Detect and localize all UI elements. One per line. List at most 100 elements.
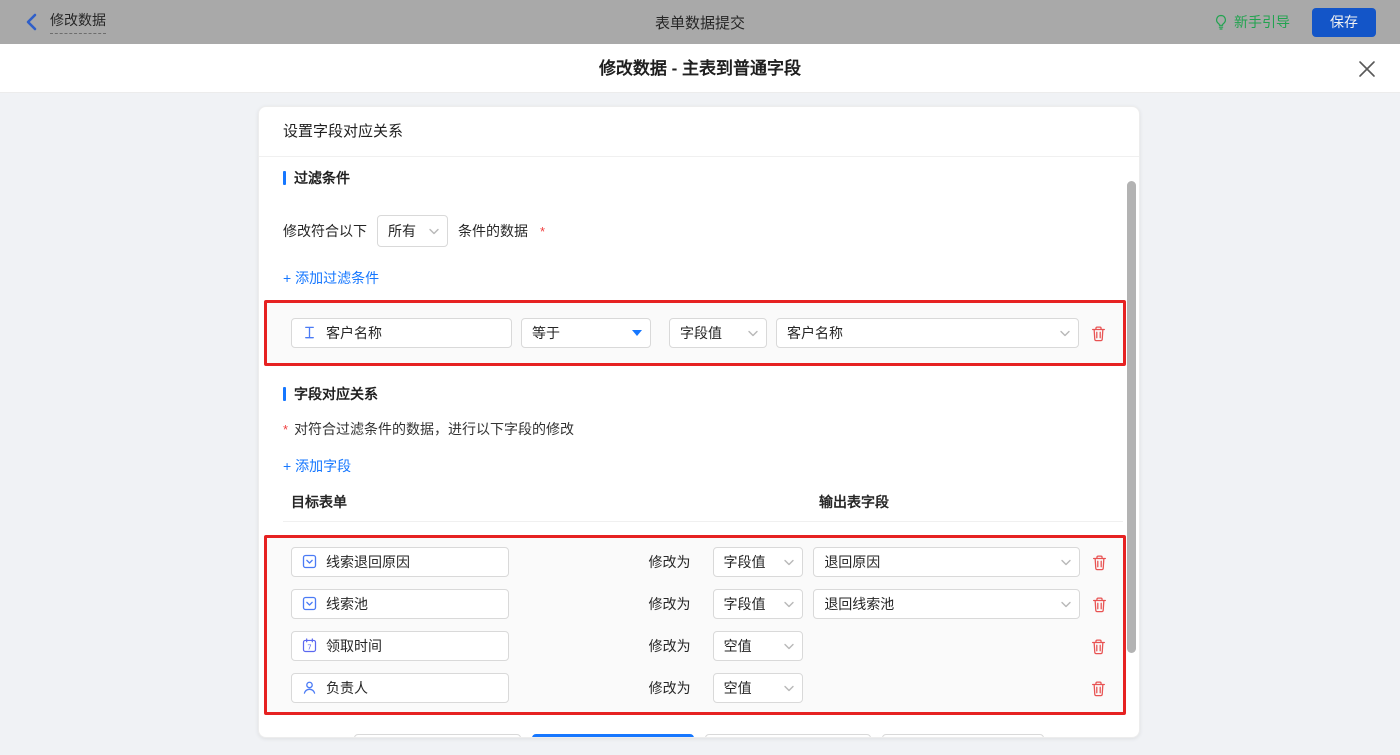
output-field-empty: [813, 631, 1080, 661]
match-prefix-label: 修改符合以下: [283, 223, 367, 239]
trash-icon: [1091, 325, 1105, 341]
match-suffix-label: 条件的数据: [458, 223, 528, 239]
chevron-left-icon[interactable]: [24, 13, 38, 31]
chevron-down-icon: [784, 601, 795, 608]
output-field-select[interactable]: 退回线索池: [813, 589, 1080, 619]
filter-field-value: 客户名称: [326, 325, 382, 341]
mapping-column-headers: 目标表单 输出表字段: [283, 492, 1115, 512]
svg-text:7: 7: [307, 642, 311, 651]
node-name-label[interactable]: 修改数据: [50, 10, 106, 34]
modify-mode-select[interactable]: 空值: [712, 673, 804, 703]
filter-match-row: 修改符合以下 所有 条件的数据 *: [283, 215, 1115, 247]
filter-field-input[interactable]: 客户名称: [291, 318, 512, 348]
modify-mode-value: 空值: [723, 680, 752, 696]
caret-down-icon: [632, 330, 642, 336]
back-button[interactable]: 修改数据: [24, 10, 106, 34]
required-asterisk: *: [283, 421, 289, 437]
target-field-input[interactable]: 7 领取时间: [291, 631, 509, 661]
chevron-down-icon: [429, 228, 439, 235]
target-field-input[interactable]: 负责人: [291, 673, 509, 703]
field-mapping-panel: 设置字段对应关系 过滤条件 修改符合以下 所有 条件的数据 * + 添加过滤条件: [258, 106, 1140, 738]
mapping-row: 线索池 修改为 字段值 退回线索池: [291, 589, 1109, 619]
target-field-input[interactable]: 线索池: [291, 589, 509, 619]
modify-mode-select[interactable]: 字段值: [712, 547, 804, 577]
output-field-column-header: 输出表字段: [819, 494, 889, 510]
panel-scrollbar[interactable]: [1127, 181, 1136, 653]
section-accent-bar: [283, 171, 286, 185]
mapping-row: 线索退回原因 修改为 字段值 退回原因: [291, 547, 1109, 577]
filter-value-type-value: 字段值: [680, 325, 722, 341]
panel-footer: 上一步：设置触发动作 完成 下一步：设置新增数据 其他设置: [259, 734, 1139, 737]
beginner-guide-link[interactable]: 新手引导: [1213, 12, 1290, 32]
select-field-icon: [302, 596, 318, 612]
filter-value-select[interactable]: 客户名称: [776, 318, 1079, 348]
target-field-value: 线索池: [326, 596, 368, 612]
output-field-select[interactable]: 退回原因: [813, 547, 1080, 577]
dialog-header: 修改数据 - 主表到普通字段: [0, 44, 1400, 93]
filter-section-title: 过滤条件: [283, 168, 1115, 188]
mapping-description-text: 对符合过滤条件的数据，进行以下字段的修改: [294, 421, 575, 437]
close-icon: [1359, 61, 1375, 77]
chevron-down-icon: [784, 685, 795, 692]
modify-mode-value: 空值: [723, 638, 752, 654]
modify-mode-select[interactable]: 空值: [712, 631, 804, 661]
add-field-link[interactable]: + 添加字段: [283, 456, 351, 476]
chevron-down-icon: [784, 643, 795, 650]
add-filter-condition-link[interactable]: + 添加过滤条件: [283, 268, 379, 288]
done-button[interactable]: 完成: [532, 734, 694, 737]
modify-label: 修改为: [648, 680, 691, 696]
output-field-empty: [813, 673, 1080, 703]
text-field-icon: [302, 325, 318, 341]
filter-value-type-select[interactable]: 字段值: [669, 318, 767, 348]
delete-mapping-button[interactable]: [1089, 552, 1109, 572]
section-accent-bar: [283, 387, 286, 401]
trash-icon: [1092, 596, 1106, 612]
delete-mapping-button[interactable]: [1089, 636, 1109, 656]
match-scope-select[interactable]: 所有: [377, 215, 448, 247]
filter-condition-highlight-box: 客户名称 等于 字段值 客户名称: [264, 300, 1126, 366]
chevron-down-icon: [1061, 601, 1071, 608]
modify-mode-select[interactable]: 字段值: [712, 589, 804, 619]
trash-icon: [1092, 680, 1106, 696]
delete-filter-button[interactable]: [1088, 323, 1108, 343]
mapping-row: 负责人 修改为 空值: [291, 673, 1109, 703]
person-icon: [302, 680, 318, 696]
next-step-button[interactable]: 下一步：设置新增数据: [705, 734, 871, 737]
target-field-input[interactable]: 线索退回原因: [291, 547, 509, 577]
modify-mode-value: 字段值: [723, 596, 766, 612]
modify-mode-value: 字段值: [723, 554, 766, 570]
chevron-down-icon: [748, 330, 758, 337]
save-button[interactable]: 保存: [1312, 7, 1376, 37]
target-field-value: 线索退回原因: [326, 554, 410, 570]
other-settings-button[interactable]: 其他设置: [882, 734, 1044, 737]
panel-title: 设置字段对应关系: [259, 107, 1139, 157]
target-field-value: 负责人: [326, 680, 368, 696]
select-field-icon: [302, 554, 318, 570]
filter-operator-value: 等于: [532, 325, 560, 341]
calendar-icon: 7: [302, 638, 318, 654]
output-field-value: 退回线索池: [824, 596, 895, 612]
match-scope-value: 所有: [388, 223, 416, 239]
field-mapping-highlight-box: 线索退回原因 修改为 字段值 退回原因 线索池 修改为 字段值 退回线索池 7 …: [264, 535, 1126, 715]
mapping-section-title: 字段对应关系: [283, 384, 1115, 404]
delete-mapping-button[interactable]: [1089, 594, 1109, 614]
filter-value-value: 客户名称: [787, 325, 843, 341]
delete-mapping-button[interactable]: [1089, 678, 1109, 698]
target-field-value: 领取时间: [326, 638, 382, 654]
page-title: 表单数据提交: [654, 14, 745, 32]
filter-operator-select[interactable]: 等于: [521, 318, 651, 348]
column-divider: [283, 521, 1123, 522]
topbar: 修改数据 表单数据提交 新手引导 保存: [0, 0, 1400, 44]
beginner-guide-label[interactable]: 新手引导: [1234, 12, 1290, 32]
filter-section-label: 过滤条件: [294, 170, 350, 186]
modify-label: 修改为: [648, 554, 691, 570]
prev-step-button[interactable]: 上一步：设置触发动作: [354, 734, 521, 737]
mapping-row: 7 领取时间 修改为 空值: [291, 631, 1109, 661]
close-button[interactable]: [1356, 58, 1378, 80]
required-asterisk: *: [540, 223, 546, 239]
output-field-value: 退回原因: [824, 554, 881, 570]
trash-icon: [1092, 554, 1106, 570]
lightbulb-icon: [1213, 14, 1229, 31]
chevron-down-icon: [1061, 559, 1071, 566]
trash-icon: [1092, 638, 1106, 654]
